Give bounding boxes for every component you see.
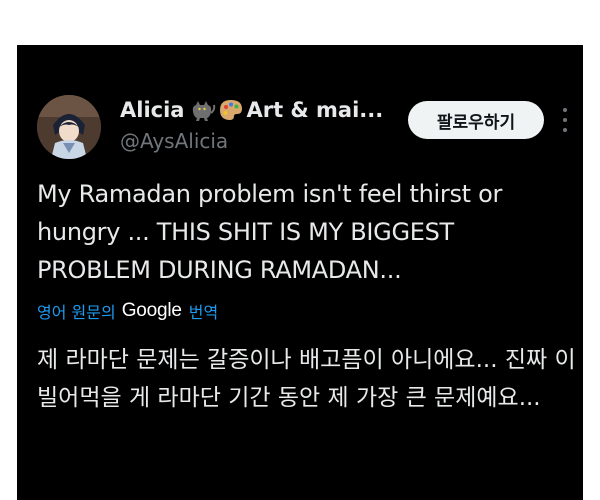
author-name[interactable]: Alicia (120, 98, 184, 122)
translation-attribution[interactable]: 영어 원문의 Google 번역 (37, 299, 218, 323)
cat-emoji-icon (190, 98, 216, 122)
translation-prefix[interactable]: 영어 원문의 (37, 299, 116, 323)
more-dot (563, 108, 567, 112)
author-name-tail[interactable]: Art & mai... (246, 98, 383, 122)
author-name-row[interactable]: Alicia Art & mai... (120, 98, 383, 122)
avatar-image (37, 95, 101, 159)
follow-button[interactable]: 팔로우하기 (408, 101, 544, 139)
google-logo: Google (121, 300, 182, 321)
more-dot (563, 128, 567, 132)
palette-emoji-icon (218, 98, 244, 122)
translated-text: 제 라마단 문제는 갈증이나 배고픔이 아니에요... 진짜 이 빌어먹을 게 … (37, 347, 576, 411)
translation-suffix[interactable]: 번역 (189, 299, 218, 323)
tweet-text: My Ramadan problem isn't feel thirst or … (37, 180, 503, 284)
avatar[interactable] (37, 95, 101, 159)
author-handle[interactable]: @AysAlicia (120, 129, 228, 153)
more-vertical-icon[interactable] (558, 105, 572, 135)
tweet-card: Alicia Art & mai... @AysAlicia 팔로우하기 My … (17, 45, 583, 500)
more-dot (563, 118, 567, 122)
